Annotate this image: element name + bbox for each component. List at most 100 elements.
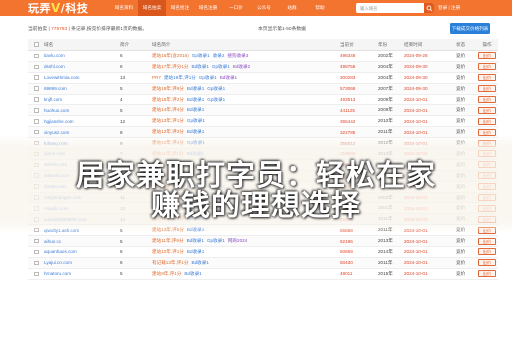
action-cell: 出价 bbox=[476, 247, 498, 257]
domain-link[interactable]: xinyusz.com bbox=[44, 130, 69, 135]
domain-link[interactable]: tiavlu.com bbox=[44, 53, 65, 58]
header-domain[interactable]: 域名 bbox=[44, 39, 118, 50]
table-row[interactable]: hrnatoru.com 5 建站9年,评1分 Bd收录1 48011 2015年 2024… bbox=[28, 269, 498, 280]
table-row[interactable]: Lyajui.cn.com 6 有记载13年,评1分 Bd收录1 50430 2011年 2… bbox=[28, 257, 498, 269]
download-list-button[interactable]: 下载成交价格列表 bbox=[450, 23, 490, 34]
bid-button[interactable]: 出价 bbox=[478, 96, 496, 103]
header-year[interactable]: 年份 bbox=[378, 39, 404, 50]
bid-button[interactable]: 出价 bbox=[478, 85, 496, 93]
header-current-price[interactable]: 当前价 bbox=[340, 39, 372, 50]
year-cell: 2013年 bbox=[378, 238, 393, 244]
year-cell: 2010年 bbox=[378, 118, 393, 124]
row-checkbox-cell[interactable] bbox=[34, 116, 42, 126]
domain-tag: 建站11年,评9分 bbox=[152, 238, 184, 244]
row-checkbox[interactable] bbox=[34, 271, 39, 276]
domain-tag: 建站15年,评2分 bbox=[152, 96, 184, 102]
bid-button[interactable]: 出价 bbox=[478, 52, 496, 60]
domain-link[interactable]: hgjianshe.com bbox=[44, 119, 74, 124]
bid-button[interactable]: 出价 bbox=[478, 74, 496, 82]
bid-button[interactable]: 出价 bbox=[478, 117, 496, 125]
row-checkbox-cell[interactable] bbox=[34, 258, 42, 268]
bid-button[interactable]: 出价 bbox=[478, 270, 496, 278]
row-checkbox-cell[interactable] bbox=[34, 73, 42, 83]
nav-item[interactable]: 站群 bbox=[278, 0, 306, 16]
action-cell: 出价 bbox=[476, 269, 498, 279]
search-input[interactable]: 输入域名 bbox=[360, 6, 378, 12]
row-checkbox-cell[interactable] bbox=[34, 84, 42, 94]
bid-button[interactable]: 出价 bbox=[478, 248, 496, 256]
row-checkbox-cell[interactable] bbox=[34, 269, 42, 279]
select-all-checkbox[interactable] bbox=[34, 42, 39, 47]
nav-item[interactable]: 域名抢注 bbox=[166, 0, 194, 16]
table-row[interactable]: hgjianshe.com 12 建站13年,评1分 Gp收录1 365442 2010年… bbox=[28, 116, 498, 128]
table-row[interactable]: aquanhaos.com 6 建站10年,评1分 Bd收录1 50659 2014年 20… bbox=[28, 247, 498, 258]
row-checkbox[interactable] bbox=[34, 75, 39, 80]
domain-link[interactable]: aihuo.cc bbox=[44, 239, 61, 244]
row-checkbox-cell[interactable] bbox=[34, 51, 42, 61]
bid-button[interactable]: 出价 bbox=[478, 259, 496, 267]
search-box[interactable]: 输入域名 bbox=[356, 3, 434, 13]
domain-tag: PR7 bbox=[152, 75, 161, 81]
domain-link[interactable]: Lyajui.cn.com bbox=[44, 260, 72, 265]
row-checkbox-cell[interactable] bbox=[34, 62, 42, 72]
domain-tag: 建站17年,评分1分 bbox=[152, 63, 189, 69]
row-checkbox[interactable] bbox=[34, 108, 39, 113]
header-end-time[interactable]: 结束时间 bbox=[404, 39, 454, 50]
row-checkbox-cell[interactable] bbox=[34, 95, 42, 105]
end-time-cell: 2024-09-30 bbox=[404, 75, 428, 81]
bid-button[interactable]: 出价 bbox=[478, 106, 496, 114]
site-logo[interactable]: 玩弄 V/科技 bbox=[28, 1, 88, 15]
table-row[interactable]: 69699.com 5 建站19年,评9分 Bd收录1 Gp收录1 573068 2007年… bbox=[28, 83, 498, 95]
record-count: 779793 bbox=[51, 27, 68, 32]
nav-item[interactable]: 帮助 bbox=[306, 0, 334, 16]
row-checkbox[interactable] bbox=[34, 64, 39, 70]
table-row[interactable]: huohuo.com 5 建站14年,评4分 Bd收录1 441125 2009年 2024… bbox=[28, 105, 498, 117]
domain-tag: Bd收录1 bbox=[186, 85, 205, 91]
table-row[interactable]: Lovewithmia.com 13 PR7 建站19年,评1分 Gp收录1 Bd收录1 3… bbox=[28, 73, 498, 84]
row-checkbox[interactable] bbox=[34, 97, 39, 102]
domain-link[interactable]: aquanhaos.com bbox=[44, 249, 77, 254]
user-links[interactable]: 登录 | 注册 bbox=[438, 5, 460, 11]
domain-tag: 网商2024 bbox=[227, 238, 248, 244]
end-time-cell: 2024-10-01 bbox=[404, 97, 428, 102]
domain-link[interactable]: knjfl.com bbox=[44, 97, 62, 102]
nav-item[interactable]: 域名资料 bbox=[110, 0, 138, 16]
row-checkbox-cell[interactable] bbox=[34, 247, 42, 257]
row-checkbox-cell[interactable] bbox=[34, 105, 42, 115]
domain-link[interactable]: Lovewithmia.com bbox=[44, 75, 80, 80]
nav-item[interactable]: 域名拍卖 bbox=[138, 0, 166, 16]
action-cell: 出价 bbox=[476, 105, 498, 115]
table-row[interactable]: dsshl.com 6 建站17年,评分1分 Bd收录1 Gp收录1 Bd收录2 49875… bbox=[28, 61, 498, 73]
current-price-cell: 300283 bbox=[340, 75, 356, 81]
domain-info-cell: PR7 建站19年,评1分 Gp收录1 Bd收录1 bbox=[152, 73, 332, 83]
search-button[interactable] bbox=[424, 3, 434, 13]
bid-button[interactable]: 出价 bbox=[478, 237, 496, 245]
row-checkbox[interactable] bbox=[34, 53, 39, 59]
row-checkbox[interactable] bbox=[34, 260, 39, 266]
domain-info-cell: 建站14年,评4分 Bd收录1 bbox=[152, 105, 332, 115]
row-checkbox[interactable] bbox=[34, 119, 39, 124]
header-checkbox-cell[interactable] bbox=[34, 39, 42, 50]
domain-link[interactable]: huohuo.com bbox=[44, 108, 69, 113]
domain-cell: Lovewithmia.com bbox=[44, 73, 118, 83]
nav-item[interactable]: 公众号 bbox=[250, 0, 278, 16]
row-checkbox-cell[interactable] bbox=[34, 236, 42, 246]
nav-item[interactable]: 域名注册 bbox=[194, 0, 222, 16]
domain-info-cell: 建站17年,评分1分 Bd收录1 Gp收录1 Bd收录2 bbox=[152, 62, 332, 72]
header-price[interactable]: 简介 bbox=[120, 39, 150, 50]
row-checkbox[interactable] bbox=[34, 86, 39, 91]
table-row[interactable]: knjfl.com 4 建站15年,评2分 Bd收录1 Gp收录1 493513 2009年… bbox=[28, 95, 498, 106]
domain-tag: 建站19年,评1分 bbox=[163, 74, 196, 80]
domain-tag: Bd收录1 bbox=[184, 270, 202, 276]
domain-link[interactable]: dsshl.com bbox=[44, 64, 65, 69]
table-row[interactable]: tiavlu.com 6 建站16年(含2016) Gp收录1 收录2 搜狗收录3 4983… bbox=[28, 51, 498, 62]
domain-link[interactable]: hrnatoru.com bbox=[44, 271, 71, 276]
current-price-cell: 52196 bbox=[340, 238, 353, 244]
bid-button[interactable]: 出价 bbox=[478, 63, 496, 71]
nav-item[interactable]: 一口价 bbox=[222, 0, 250, 16]
row-checkbox[interactable] bbox=[34, 238, 39, 244]
domain-link[interactable]: 69699.com bbox=[44, 86, 67, 91]
row-checkbox[interactable] bbox=[34, 249, 39, 255]
table-row[interactable]: aihuo.cc 5 建站11年,评9分 Bd收录1 Gp收录1 网商2024 52196 2… bbox=[28, 236, 498, 248]
row-checkbox[interactable] bbox=[34, 129, 39, 135]
